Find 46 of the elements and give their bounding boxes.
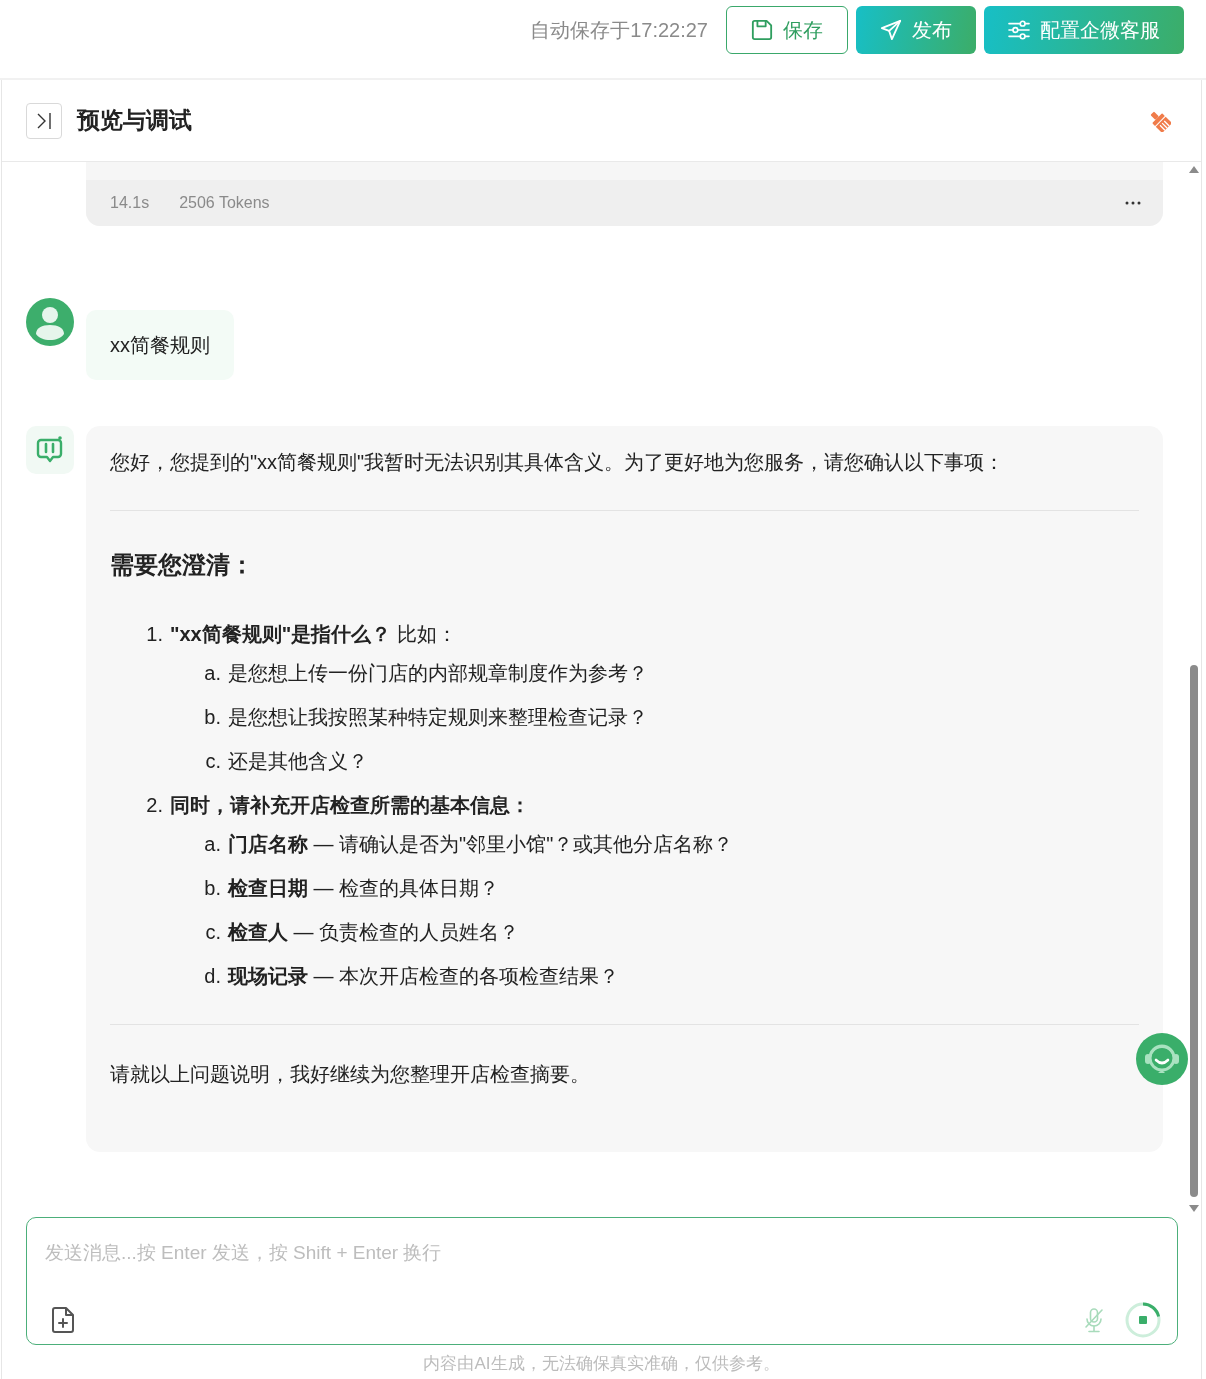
- scroll-up-icon[interactable]: [1189, 166, 1199, 173]
- headset-icon[interactable]: [1136, 1033, 1188, 1085]
- scroll-down-icon[interactable]: [1189, 1205, 1199, 1212]
- list-item-text: 现场记录 — 本次开店检查的各项检查结果？: [228, 964, 620, 989]
- chat-bubble-icon: [26, 426, 74, 474]
- list-marker: c.: [205, 921, 221, 943]
- list-marker: 1.: [146, 623, 163, 645]
- list-marker: 2.: [146, 794, 163, 816]
- panel-title: 预览与调试: [77, 106, 192, 135]
- list-item-text: 是您想让我按照某种特定规则来整理检查记录？: [228, 705, 648, 730]
- configure-button[interactable]: 配置企微客服: [984, 6, 1184, 54]
- list-item-text: 检查人 — 负责检查的人员姓名？: [228, 920, 520, 945]
- list-item-text: "xx简餐规则"是指什么？ 比如：: [170, 622, 457, 647]
- save-button[interactable]: 保存: [726, 6, 848, 54]
- broom-icon[interactable]: [1149, 109, 1171, 132]
- list-marker: b.: [204, 877, 221, 899]
- paper-plane-icon: [880, 19, 902, 41]
- list-item-text: 检查日期 — 检查的具体日期？: [228, 876, 500, 901]
- stop-icon[interactable]: [1125, 1302, 1161, 1338]
- collapse-button[interactable]: [26, 102, 62, 139]
- list-marker: a.: [204, 662, 221, 684]
- section-heading: 需要您澄清：: [110, 550, 255, 580]
- composer-panel[interactable]: 发送消息...按 Enter 发送，按 Shift + Enter 换行: [26, 1217, 1178, 1345]
- publish-button[interactable]: 发布: [856, 6, 976, 54]
- response-time: 14.1s: [110, 193, 150, 213]
- list-item-text: 门店名称 — 请确认是否为"邻里小馆"？或其他分店名称？: [228, 832, 734, 857]
- message-text: 您好，您提到的"xx简餐规则"我暂时无法识别其具体含义。为了更好地为您服务，请您确认以下事项：: [110, 450, 1006, 475]
- message-text: 请就以上问题说明，我好继续为您整理开店检查摘要。: [110, 1062, 591, 1087]
- chevron-bar-icon: [36, 111, 52, 130]
- list-marker: d.: [204, 965, 221, 987]
- list-marker: a.: [204, 833, 221, 855]
- list-item-text: 是您想上传一份门店的内部规章制度作为参考？: [228, 661, 648, 686]
- message-input[interactable]: 发送消息...按 Enter 发送，按 Shift + Enter 换行: [27, 1218, 1177, 1280]
- list-marker: b.: [204, 706, 221, 728]
- more-icon[interactable]: [1125, 201, 1141, 205]
- avatar-icon: [26, 298, 74, 346]
- file-plus-icon[interactable]: [52, 1307, 74, 1333]
- autosave-status: 自动保存于17:22:27: [530, 18, 708, 43]
- user-message: xx简餐规则: [86, 310, 234, 380]
- list-marker: c.: [205, 750, 221, 772]
- sliders-icon: [1008, 20, 1030, 40]
- token-count: 2506 Tokens: [179, 193, 270, 213]
- list-item-text: 同时，请补充开店检查所需的基本信息：: [170, 793, 530, 818]
- scrollbar-thumb[interactable]: [1190, 665, 1198, 1197]
- list-item-text: 还是其他含义？: [228, 749, 368, 774]
- disclaimer-text: 内容由AI生成，无法确保真实准确，仅供参考。: [422, 1353, 781, 1375]
